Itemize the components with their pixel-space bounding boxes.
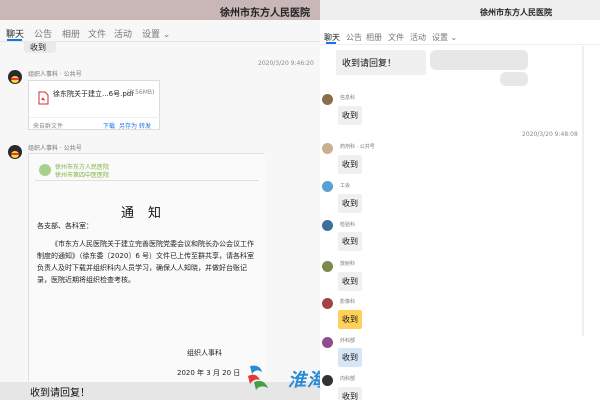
qq-penguin-avatar[interactable] [8, 70, 22, 84]
left-tab-bar: 聊天 公告 相册 文件 活动 设置 ⌄ [0, 23, 320, 41]
sender-name: 组织人事科 · 公共号 [28, 145, 82, 152]
user-avatar[interactable] [322, 94, 333, 105]
avatar-scarf [11, 78, 19, 80]
message-timestamp: 2020/3/20 9:46:20 [258, 60, 314, 67]
message-bubble: 收到 [338, 387, 362, 400]
tab-activity[interactable]: 活动 [410, 32, 426, 43]
sender-name: 外科部 [340, 338, 356, 344]
left-window-title: 徐州市东方人民医院 [0, 0, 320, 20]
notice-date: 2020 年 3 月 20 日 [177, 369, 241, 377]
blurred-region [430, 50, 528, 70]
message-bubble-blue: 收到 [338, 348, 362, 367]
message-bubble-partial: 收到 [24, 41, 56, 53]
sender-name: 药剂科 · 公共号 [340, 144, 375, 150]
notice-image-message[interactable]: 徐州市东方人民医院 徐州市第四中医医院 通知 各支部、各科室： 《市东方人民医院… [28, 153, 265, 382]
tab-album[interactable]: 相册 [62, 27, 80, 40]
tab-activity[interactable]: 活动 [114, 27, 132, 40]
document-header-rule [35, 180, 259, 181]
message-bubble: 收到 [338, 194, 362, 213]
user-avatar[interactable] [322, 181, 333, 192]
sender-name: 影像科 [340, 299, 356, 305]
sender-name: 信息科 [340, 95, 356, 101]
file-card-divider [29, 117, 161, 118]
user-avatar[interactable] [322, 337, 333, 348]
save-as-link[interactable]: 另存为 [119, 121, 137, 130]
tab-settings[interactable]: 设置 ⌄ [142, 27, 170, 40]
sender-name: 内科部 [340, 376, 356, 382]
message-bubble: 收到 [338, 272, 362, 291]
pdf-icon [37, 91, 49, 105]
message-bubble: 收到 [338, 232, 362, 251]
sender-name: 组织人事科 · 公共号 [28, 71, 82, 78]
watermark-logo-icon [246, 362, 272, 392]
notice-body-text: 《市东方人民医院关于建立完善医院党委会议和院长办公会议工作制度的通知》（徐东委〔… [37, 240, 254, 284]
file-source-label: 来自群文件 [33, 123, 64, 130]
notice-signature: 组织人事科 [187, 349, 222, 357]
tab-files[interactable]: 文件 [88, 27, 106, 40]
qq-penguin-avatar[interactable] [8, 145, 22, 159]
left-chat-panel: 徐州市东方人民医院 聊天 公告 相册 文件 活动 设置 ⌄ 收到 2020/3/… [0, 0, 320, 400]
tab-divider [320, 44, 600, 45]
tab-announcements[interactable]: 公告 [34, 27, 52, 40]
file-name[interactable]: 徐东院关于建立...6号.pdf [53, 89, 134, 99]
file-size: (5.56MB) [127, 89, 155, 96]
tab-settings[interactable]: 设置 ⌄ [432, 32, 457, 43]
right-chat-panel: 徐州市东方人民医院 聊天 公告 相册 文件 活动 设置 ⌄ 收到请回复！ 202… [320, 0, 600, 400]
sender-name: 放射科 [340, 261, 356, 267]
message-timestamp: 2020/3/20 9:48:08 [522, 131, 578, 138]
download-link[interactable]: 下载 [103, 121, 115, 130]
reply-request-bubble: 收到请回复！ [336, 50, 426, 75]
avatar-scarf [11, 153, 19, 155]
notice-title: 通知 [121, 206, 176, 221]
tab-announcements[interactable]: 公告 [346, 32, 362, 43]
reply-request-message: 收到请回复！ [30, 388, 90, 399]
tab-files[interactable]: 文件 [388, 32, 404, 43]
user-avatar[interactable] [322, 375, 333, 386]
sender-name: 检验科 [340, 222, 356, 228]
sender-name: 工会 [340, 183, 351, 189]
hospital-logo-icon [39, 164, 51, 176]
user-avatar[interactable] [322, 298, 333, 309]
right-tab-bar: 聊天 公告 相册 文件 活动 设置 ⌄ [320, 30, 600, 44]
file-attachment-card[interactable]: 徐东院关于建立...6号.pdf (5.56MB) 来自群文件 下载 另存为 转… [28, 80, 161, 130]
right-window-title: 徐州市东方人民医院 [320, 0, 600, 20]
user-avatar[interactable] [322, 143, 333, 154]
notice-greeting: 各支部、各科室： [37, 222, 93, 230]
message-bubble: 收到 [338, 155, 362, 174]
blurred-region [500, 72, 528, 86]
user-avatar[interactable] [322, 220, 333, 231]
user-avatar[interactable] [322, 261, 333, 272]
hospital-name-line2: 徐州市第四中医医院 [55, 172, 110, 179]
message-bubble: 收到 [338, 106, 362, 125]
chat-scrollbar[interactable] [582, 46, 584, 336]
forward-link[interactable]: 转发 [139, 121, 151, 130]
message-bubble-highlighted: 收到 [338, 310, 362, 329]
tab-album[interactable]: 相册 [366, 32, 382, 43]
